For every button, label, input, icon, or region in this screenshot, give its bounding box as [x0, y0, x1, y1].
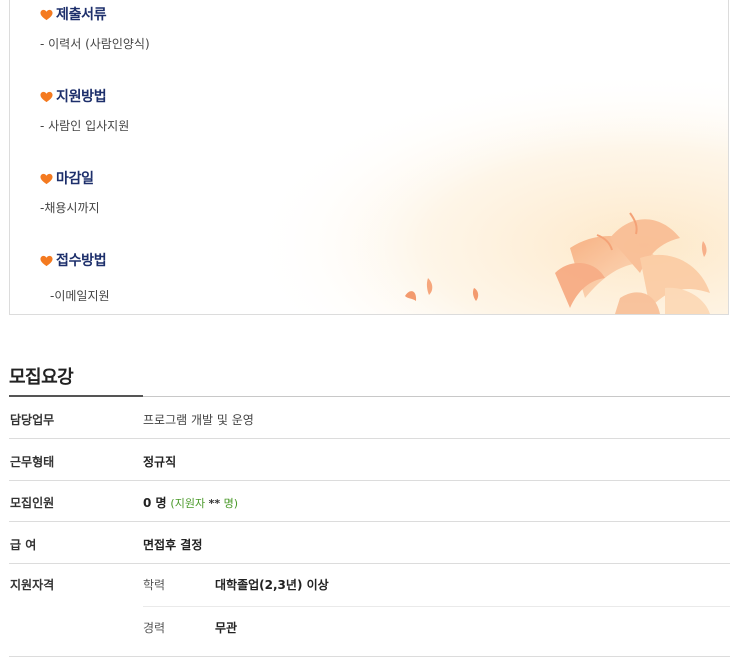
note-suffix: 명) [223, 497, 238, 510]
section-title: 마감일 [56, 171, 94, 187]
sub-value: 대학졸업(2,3년) 이상 [215, 578, 329, 592]
section-title: 제출서류 [56, 7, 107, 23]
row-value: 프로그램 개발 및 운영 [143, 413, 254, 427]
table-row: 급 여 면접후 결정 [9, 522, 730, 564]
row-label: 담당업무 [10, 413, 55, 427]
applicant-count-note: (지원자 ** 명) [170, 497, 238, 510]
heart-icon [40, 255, 53, 266]
sub-label: 학력 [143, 578, 166, 592]
sub-value: 무관 [215, 621, 238, 635]
heart-icon [40, 173, 53, 184]
note-prefix: (지원자 [170, 497, 206, 510]
applicant-count-mask: ** [208, 497, 221, 510]
section-apply-method: 지원방법 [40, 85, 107, 107]
row-value: 면접후 결정 [143, 538, 203, 552]
table-row: 담당업무 프로그램 개발 및 운영 [9, 397, 730, 439]
section-title: 지원방법 [56, 89, 107, 105]
row-label: 급 여 [10, 538, 37, 552]
sub-label: 경력 [143, 621, 166, 635]
heart-icon [40, 9, 53, 20]
section-deadline: 마감일 [40, 167, 94, 189]
row-value: 0 명 (지원자 ** 명) [143, 494, 238, 511]
qualification-education: 학력 대학졸업(2,3년) 이상 [143, 564, 730, 606]
heart-icon [40, 91, 53, 102]
section-text: -채용시까지 [40, 201, 100, 215]
row-label: 모집인원 [10, 496, 55, 510]
headcount-value: 0 명 [143, 496, 167, 510]
section-title: 접수방법 [56, 253, 107, 269]
section-documents: 제출서류 [40, 3, 107, 25]
table-row: 근무형태 정규직 [9, 439, 730, 481]
row-value: 정규직 [143, 455, 177, 469]
requirements-title: 모집요강 [9, 367, 74, 388]
row-label: 지원자격 [10, 578, 55, 592]
application-info-card: 제출서류 - 이력서 (사람인양식) 지원방법 - 사람인 입사지원 마감일 -… [9, 0, 729, 315]
section-text: - 이력서 (사람인양식) [40, 37, 150, 51]
section-receipt-method: 접수방법 [40, 249, 107, 271]
qualification-experience: 경력 무관 [143, 607, 730, 649]
row-label: 근무형태 [10, 455, 55, 469]
table-row: 모집인원 0 명 (지원자 ** 명) [9, 481, 730, 522]
section-text: -이메일지원 [50, 289, 110, 303]
section-text: - 사람인 입사지원 [40, 119, 130, 133]
table-row: 지원자격 학력 대학졸업(2,3년) 이상 경력 무관 [9, 564, 730, 657]
